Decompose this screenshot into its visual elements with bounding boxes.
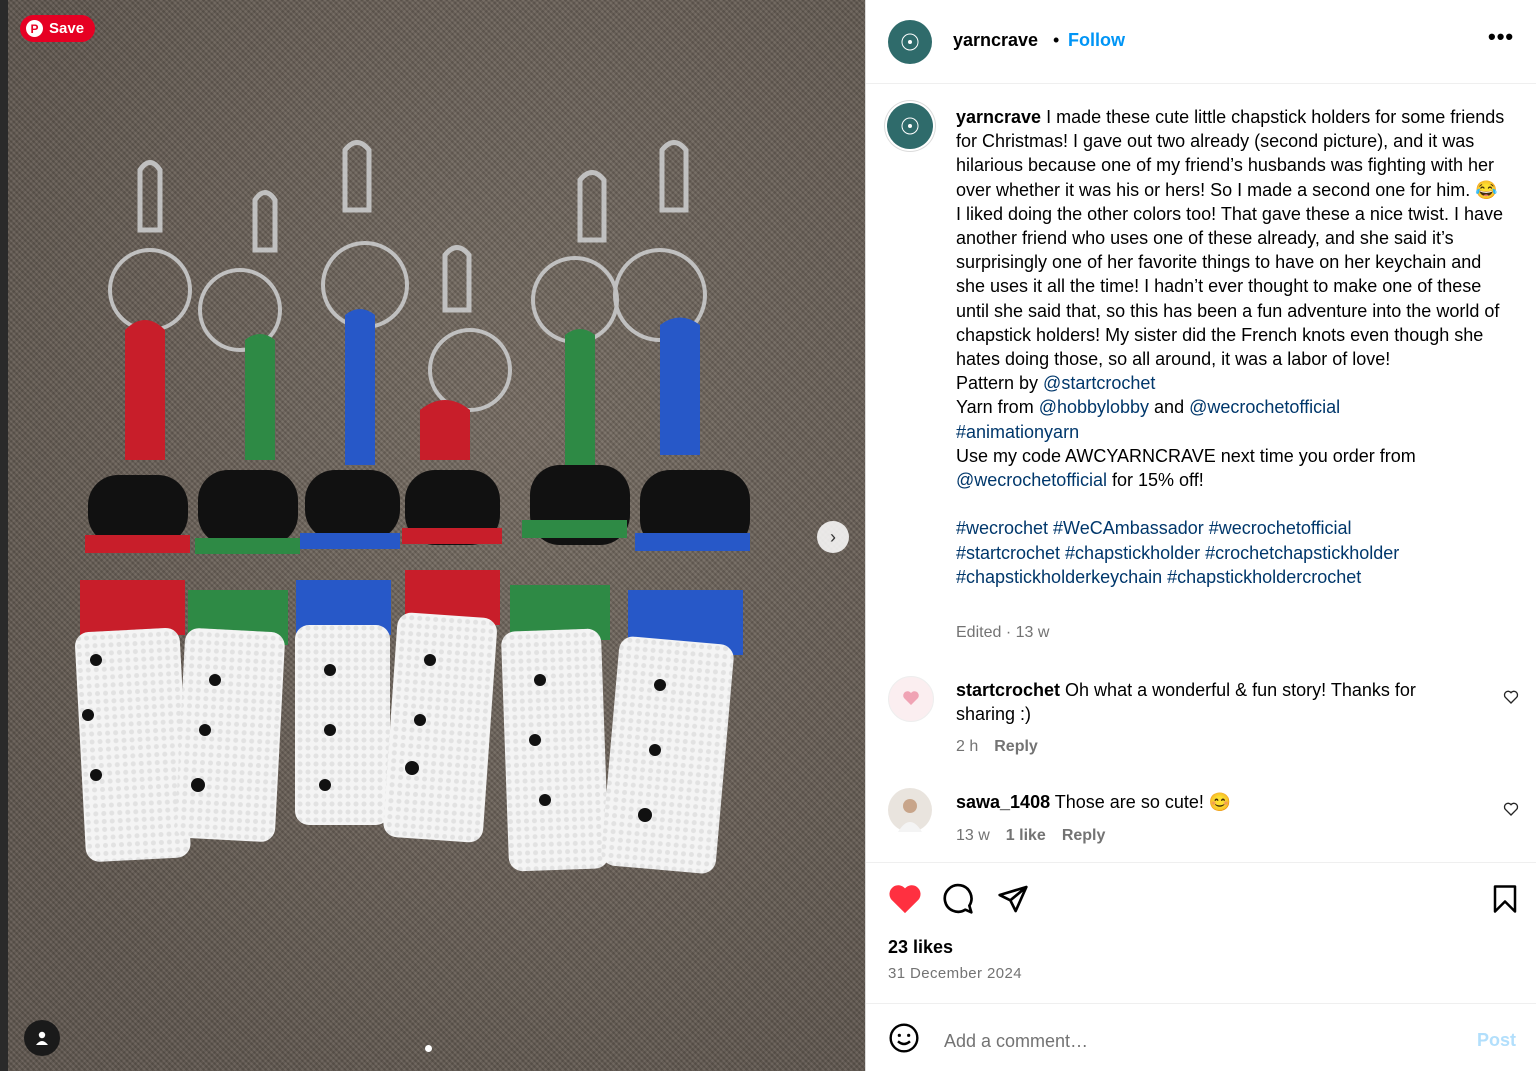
yarn-and: and bbox=[1149, 397, 1190, 418]
post-caption: yarncrave I made these cute little chaps… bbox=[956, 105, 1506, 589]
commenter-avatar[interactable] bbox=[888, 788, 932, 832]
heart-filled-icon[interactable] bbox=[888, 883, 922, 915]
pinterest-icon: P bbox=[26, 20, 43, 37]
comment-meta: 13 w 1 like Reply bbox=[956, 827, 1105, 845]
chapstick-holders-illustration bbox=[75, 140, 750, 874]
comment-icon[interactable] bbox=[942, 883, 974, 915]
reply-button[interactable]: Reply bbox=[994, 738, 1038, 756]
code-suffix: for 15% off! bbox=[1107, 470, 1204, 491]
hashtags-line-2[interactable]: #startcrochet #chapstickholder #crochetc… bbox=[956, 543, 1399, 563]
comment-username[interactable]: sawa_1408 bbox=[956, 792, 1050, 812]
mention-wecrochetofficial[interactable]: @wecrochetofficial bbox=[1189, 397, 1340, 417]
caption-username[interactable]: yarncrave bbox=[956, 107, 1041, 127]
author-username[interactable]: yarncrave bbox=[953, 30, 1038, 51]
caption-body: I made these cute little chapstick holde… bbox=[956, 107, 1505, 370]
carousel-dot-active bbox=[425, 1045, 432, 1052]
holder-red-2 bbox=[383, 245, 512, 843]
add-comment-row: Post bbox=[866, 1003, 1536, 1072]
comment-body: Those are so cute! 😊 bbox=[1050, 792, 1232, 812]
post-comment-button[interactable]: Post bbox=[1477, 1030, 1516, 1051]
heart-outline-icon[interactable] bbox=[1503, 801, 1519, 817]
heart-outline-icon[interactable] bbox=[1503, 689, 1519, 705]
comment-username[interactable]: startcrochet bbox=[956, 680, 1060, 700]
edited-timestamp[interactable]: Edited · 13 w bbox=[956, 624, 1049, 642]
comment-text: startcrochet Oh what a wonderful & fun s… bbox=[956, 678, 1476, 726]
pattern-prefix: Pattern by bbox=[956, 373, 1044, 394]
save-label: Save bbox=[49, 20, 85, 37]
carousel-indicator bbox=[425, 1045, 432, 1052]
tagged-users-button[interactable] bbox=[24, 1020, 60, 1056]
bookmark-icon[interactable] bbox=[1490, 883, 1520, 915]
yarn-logo-icon bbox=[901, 33, 919, 51]
post-photo[interactable]: P Save › bbox=[0, 0, 865, 1071]
comment-text: sawa_1408 Those are so cute! 😊 bbox=[956, 790, 1476, 814]
person-icon bbox=[36, 1031, 48, 1045]
emoji-icon[interactable] bbox=[888, 1022, 920, 1054]
mention-wecrochetofficial-2[interactable]: @wecrochetofficial bbox=[956, 470, 1107, 490]
holder-red-1 bbox=[75, 160, 192, 862]
comment-meta: 2 h Reply bbox=[956, 738, 1038, 756]
comment-time[interactable]: 2 h bbox=[956, 738, 978, 756]
hashtags-line-1[interactable]: #wecrochet #WeCAmbassador #wecrochetoffi… bbox=[956, 518, 1352, 538]
chevron-right-icon: › bbox=[830, 526, 836, 547]
heart-logo-icon bbox=[903, 691, 919, 705]
person-photo-icon bbox=[898, 799, 922, 832]
comment-likes[interactable]: 1 like bbox=[1006, 827, 1046, 845]
post-header: yarncrave • Follow ••• bbox=[866, 0, 1536, 84]
separator-dot: • bbox=[1053, 30, 1060, 50]
author-avatar[interactable] bbox=[888, 20, 932, 64]
holder-blue-1 bbox=[295, 140, 409, 825]
hashtags-line-3[interactable]: #chapstickholderkeychain #chapstickholde… bbox=[956, 567, 1361, 587]
follow-button[interactable]: Follow bbox=[1068, 30, 1125, 51]
caption-author-avatar[interactable] bbox=[887, 103, 933, 149]
mention-startcrochet[interactable]: @startcrochet bbox=[1043, 373, 1155, 393]
code-text: Use my code AWCYARNCRAVE next time you o… bbox=[956, 445, 1416, 466]
more-options-icon[interactable]: ••• bbox=[1488, 24, 1514, 50]
likes-count[interactable]: 23 likes bbox=[888, 937, 953, 958]
yarn-prefix: Yarn from bbox=[956, 397, 1039, 418]
post-side-panel: yarncrave • Follow ••• yarncrave I made … bbox=[865, 0, 1536, 1071]
share-icon[interactable] bbox=[997, 883, 1029, 915]
post-date: 31 December 2024 bbox=[888, 965, 1022, 982]
reply-button[interactable]: Reply bbox=[1062, 827, 1106, 845]
commenter-avatar[interactable] bbox=[888, 676, 934, 722]
pinterest-save-button[interactable]: P Save bbox=[20, 15, 96, 42]
comment-input[interactable] bbox=[942, 1030, 1466, 1053]
mention-hobbylobby[interactable]: @hobbylobby bbox=[1039, 397, 1149, 417]
comment-time[interactable]: 13 w bbox=[956, 827, 990, 845]
next-image-button[interactable]: › bbox=[817, 521, 849, 553]
yarn-logo-icon bbox=[901, 117, 919, 135]
hashtag-animationyarn[interactable]: #animationyarn bbox=[956, 422, 1079, 442]
holder-green-1 bbox=[175, 190, 300, 842]
